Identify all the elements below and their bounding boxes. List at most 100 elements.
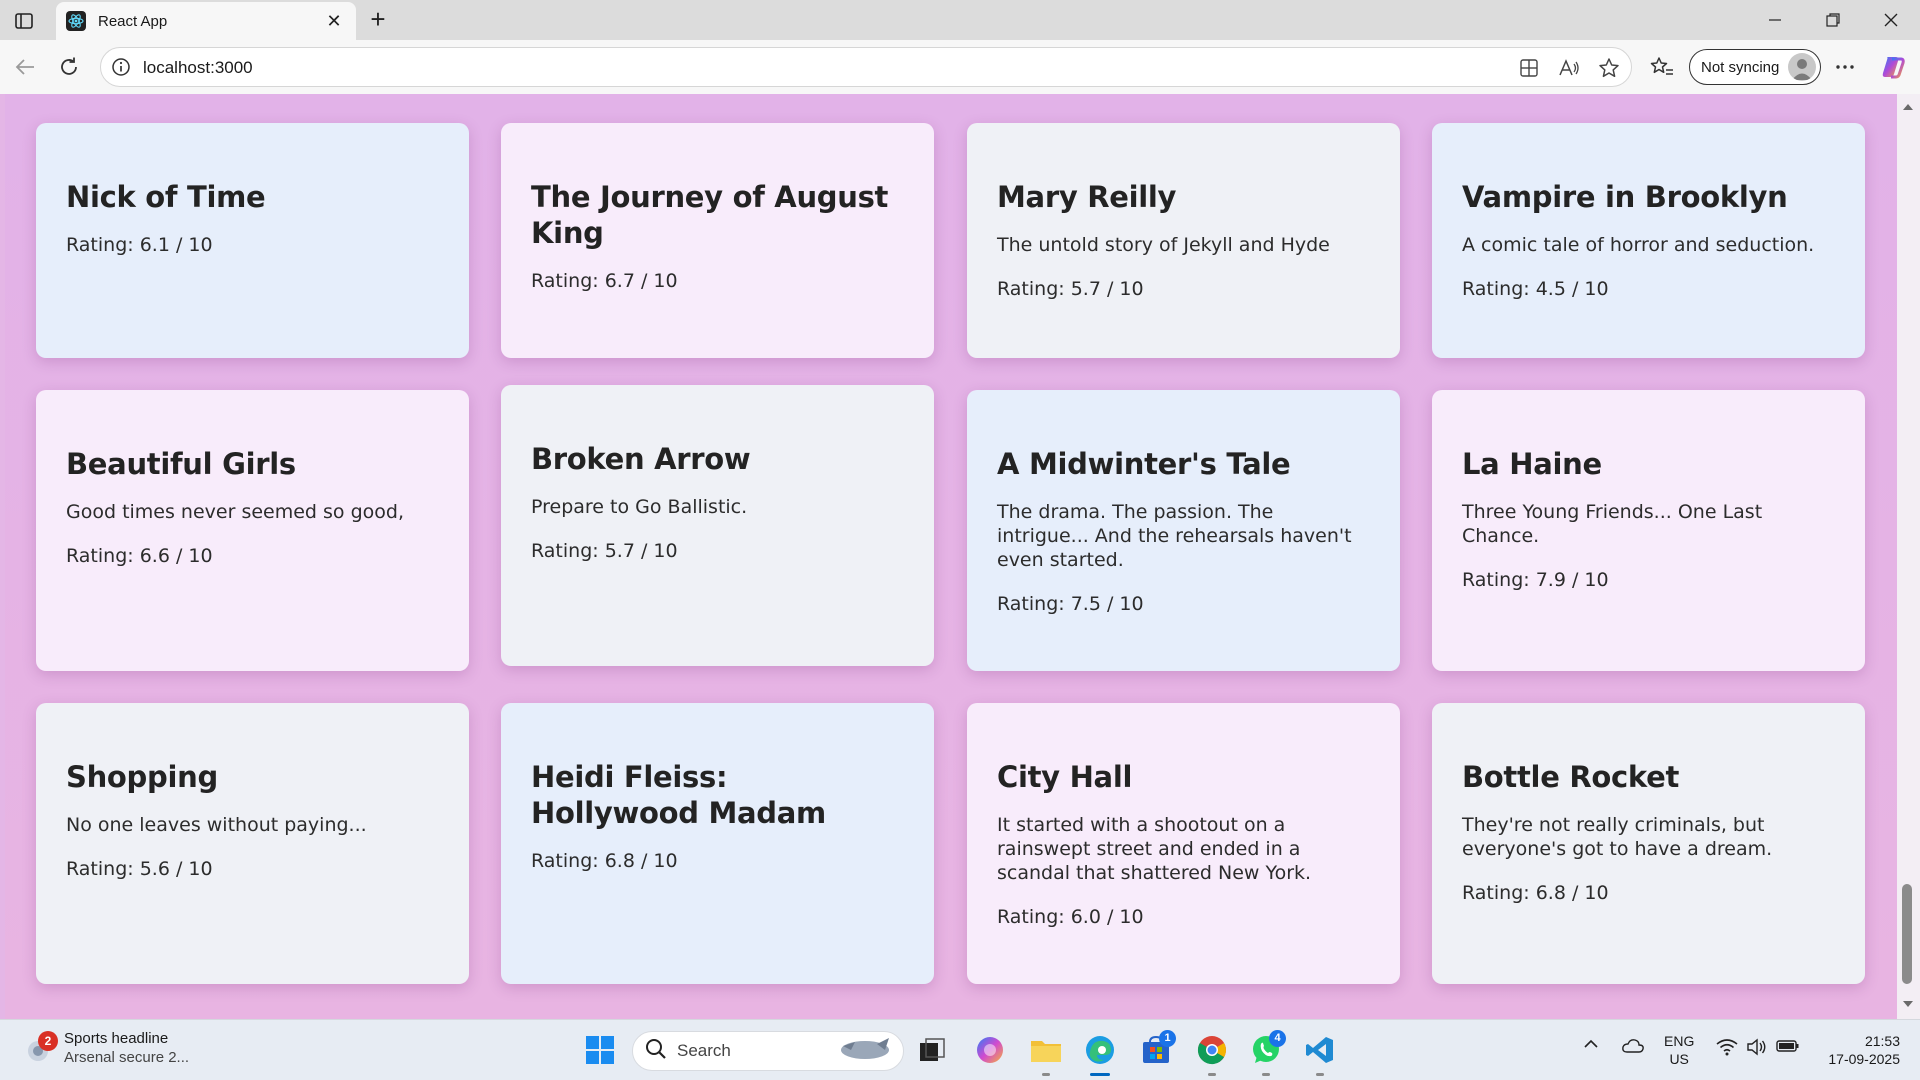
movie-rating: Rating: 5.6 / 10: [66, 858, 213, 880]
active-indicator: [1090, 1073, 1110, 1076]
chrome-icon[interactable]: [1192, 1030, 1232, 1076]
title-bar: React App ✕ +: [0, 0, 1920, 40]
movie-title: Vampire in Brooklyn: [1462, 180, 1788, 214]
movie-card[interactable]: The Journey of August King Rating: 6.7 /…: [501, 123, 934, 358]
page-viewport: Nick of Time Rating: 6.1 / 10 The Journe…: [0, 94, 1920, 1019]
movie-card[interactable]: Beautiful Girls Good times never seemed …: [36, 390, 469, 671]
movie-card[interactable]: La Haine Three Young Friends... One Last…: [1432, 390, 1865, 671]
movie-card[interactable]: Broken Arrow Prepare to Go Ballistic. Ra…: [501, 385, 934, 666]
show-hidden-icons-chevron-icon[interactable]: [1583, 1038, 1599, 1050]
vscode-icon[interactable]: [1300, 1030, 1340, 1076]
tab-actions-icon[interactable]: [10, 8, 38, 34]
tab-close-icon[interactable]: ✕: [324, 11, 344, 32]
minimize-icon[interactable]: [1752, 6, 1798, 34]
movie-card[interactable]: City Hall It started with a shootout on …: [967, 703, 1400, 984]
clock-time: 21:53: [1864, 1033, 1900, 1049]
news-widget[interactable]: 2 Sports headline Arsenal secure 2...: [22, 1030, 189, 1068]
movie-rating: Rating: 5.7 / 10: [531, 540, 678, 562]
running-indicator: [1042, 1073, 1050, 1076]
movie-card[interactable]: Heidi Fleiss: Hollywood Madam Rating: 6.…: [501, 703, 934, 984]
movie-title: Nick of Time: [66, 180, 266, 214]
movie-tagline: Three Young Friends... One Last Chance.: [1462, 501, 1763, 547]
refresh-icon[interactable]: [54, 52, 84, 82]
store-badge: 1: [1159, 1030, 1176, 1047]
movie-card[interactable]: Nick of Time Rating: 6.1 / 10: [36, 123, 469, 358]
sync-status-label: Not syncing: [1701, 58, 1780, 76]
read-aloud-icon[interactable]: [1557, 56, 1581, 80]
task-view-icon[interactable]: [912, 1030, 952, 1070]
movie-tagline: Prepare to Go Ballistic.: [531, 496, 748, 518]
whatsapp-badge: 4: [1269, 1030, 1286, 1047]
movie-rating: Rating: 6.8 / 10: [1462, 882, 1609, 904]
windows-start-icon[interactable]: [580, 1030, 620, 1070]
news-headline: Sports headline: [64, 1030, 169, 1047]
system-clock[interactable]: 21:53 17-09-2025: [1806, 1032, 1900, 1068]
movie-rating: Rating: 7.5 / 10: [997, 593, 1144, 615]
movie-rating: Rating: 6.0 / 10: [997, 906, 1144, 928]
movie-title: La Haine: [1462, 447, 1602, 481]
back-arrow-icon[interactable]: [10, 52, 40, 82]
scrollbar-thumb[interactable]: [1902, 884, 1912, 984]
edge-browser-icon[interactable]: [1080, 1030, 1120, 1076]
taskbar-search[interactable]: Search: [632, 1031, 904, 1071]
whatsapp-icon[interactable]: 4: [1246, 1030, 1286, 1076]
vertical-scrollbar[interactable]: [1897, 94, 1920, 1019]
movie-card[interactable]: Bottle Rocket They're not really crimina…: [1432, 703, 1865, 984]
file-explorer-icon[interactable]: [1026, 1030, 1066, 1076]
movie-rating: Rating: 6.7 / 10: [531, 270, 678, 292]
movie-rating: Rating: 6.6 / 10: [66, 545, 213, 567]
close-window-icon[interactable]: [1868, 6, 1914, 34]
copilot-icon[interactable]: [1880, 54, 1906, 80]
browser-tab-active[interactable]: React App ✕: [56, 2, 356, 40]
app-available-icon[interactable]: [1517, 56, 1541, 80]
url-text: localhost:3000: [143, 58, 253, 77]
onedrive-cloud-icon[interactable]: [1621, 1038, 1645, 1054]
browser-toolbar: localhost:3000 Not syncing: [0, 40, 1920, 94]
movie-tagline: It started with a shootout on a rainswep…: [997, 814, 1312, 884]
search-highlight-icon: [835, 1034, 893, 1069]
movie-title: Beautiful Girls: [66, 447, 296, 481]
movie-rating: Rating: 6.8 / 10: [531, 850, 678, 872]
restore-icon[interactable]: [1810, 6, 1856, 34]
movie-tagline: The untold story of Jekyll and Hyde: [997, 234, 1330, 256]
battery-icon[interactable]: [1776, 1038, 1800, 1054]
scroll-down-arrow-icon[interactable]: [1902, 997, 1914, 1009]
movie-grid: Nick of Time Rating: 6.1 / 10 The Journe…: [5, 94, 1897, 1019]
movie-title: Broken Arrow: [531, 442, 751, 476]
copilot-app-icon[interactable]: [970, 1030, 1010, 1070]
movie-rating: Rating: 5.7 / 10: [997, 278, 1144, 300]
news-widget-icon: 2: [22, 1031, 58, 1067]
movie-rating: Rating: 7.9 / 10: [1462, 569, 1609, 591]
movie-card[interactable]: Mary Reilly The untold story of Jekyll a…: [967, 123, 1400, 358]
movie-card[interactable]: A Midwinter's Tale The drama. The passio…: [967, 390, 1400, 671]
search-label: Search: [677, 1041, 731, 1060]
running-indicator: [1316, 1073, 1324, 1076]
address-bar[interactable]: localhost:3000: [100, 47, 1632, 87]
news-subtext: Arsenal secure 2...: [64, 1049, 190, 1066]
new-tab-icon[interactable]: +: [364, 6, 392, 34]
wifi-icon[interactable]: [1716, 1038, 1738, 1056]
volume-icon[interactable]: [1746, 1038, 1768, 1056]
favorite-star-icon[interactable]: [1597, 56, 1621, 80]
clock-date: 17-09-2025: [1828, 1051, 1900, 1067]
movie-card[interactable]: Vampire in Brooklyn A comic tale of horr…: [1432, 123, 1865, 358]
profile-avatar-icon: [1788, 53, 1816, 81]
news-badge: 2: [38, 1031, 58, 1051]
site-info-icon[interactable]: [111, 57, 131, 77]
profile-sync-button[interactable]: Not syncing: [1689, 49, 1821, 85]
movie-title: A Midwinter's Tale: [997, 447, 1291, 481]
movie-title: Bottle Rocket: [1462, 760, 1680, 794]
movie-title: The Journey of August King: [531, 180, 889, 250]
microsoft-store-icon[interactable]: 1: [1136, 1030, 1176, 1070]
language-indicator[interactable]: ENG US: [1664, 1032, 1694, 1068]
movie-card[interactable]: Shopping No one leaves without paying...…: [36, 703, 469, 984]
tab-title: React App: [98, 12, 168, 30]
scroll-up-arrow-icon[interactable]: [1902, 100, 1914, 112]
more-options-icon[interactable]: [1832, 54, 1858, 80]
movie-title: City Hall: [997, 760, 1133, 794]
windows-taskbar: 2 Sports headline Arsenal secure 2... Se…: [0, 1019, 1920, 1080]
favorites-icon[interactable]: [1649, 54, 1675, 80]
movie-title: Heidi Fleiss: Hollywood Madam: [531, 760, 826, 830]
movie-tagline: The drama. The passion. The intrigue... …: [997, 501, 1352, 571]
search-icon: [645, 1038, 667, 1065]
